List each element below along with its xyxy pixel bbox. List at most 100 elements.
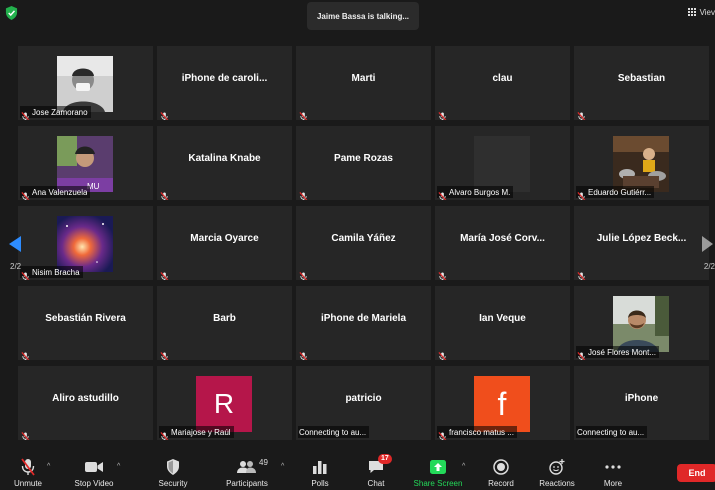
mic-muted-icon <box>21 188 30 200</box>
participant-name: Ian Veque <box>479 312 526 324</box>
participant-tile[interactable]: Eduardo Gutiérr... <box>574 126 709 200</box>
participants-options-caret-icon[interactable]: ^ <box>281 463 284 470</box>
mic-muted-icon <box>438 428 447 440</box>
participant-video <box>57 216 113 272</box>
participant-tile[interactable]: patricio Connecting to au... <box>296 366 431 440</box>
participant-tile[interactable]: f francisco matus ... <box>435 366 570 440</box>
mic-muted-icon <box>577 348 586 360</box>
polls-bar-icon <box>310 458 330 476</box>
participant-video <box>57 56 113 112</box>
participant-tile[interactable]: clau <box>435 46 570 120</box>
mic-muted-icon <box>160 188 169 200</box>
polls-label: Polls <box>311 479 329 488</box>
end-meeting-button[interactable]: End <box>677 464 715 482</box>
participant-name: iPhone de Mariela <box>320 312 407 324</box>
participant-caption: Eduardo Gutiérr... <box>576 186 655 200</box>
mic-muted-icon <box>160 428 169 440</box>
participant-tile[interactable]: Marti <box>296 46 431 120</box>
more-label: More <box>603 479 623 488</box>
reactions-label: Reactions <box>539 479 575 488</box>
share-screen-button[interactable]: Share Screen <box>410 458 466 488</box>
participant-tile[interactable]: Camila Yáñez <box>296 206 431 280</box>
arrow-right-icon <box>702 236 713 252</box>
microphone-muted-icon <box>18 458 38 476</box>
participant-video <box>613 136 669 192</box>
participant-tile[interactable]: iPhone de caroli... <box>157 46 292 120</box>
record-button[interactable]: Record <box>473 458 529 488</box>
grid-view-icon <box>687 8 696 16</box>
participant-avatar: R <box>196 376 252 432</box>
next-page-button[interactable]: 2/2 <box>681 210 715 274</box>
participants-button[interactable]: 49 Participants <box>219 458 275 488</box>
mic-muted-icon <box>577 268 586 280</box>
chat-button[interactable]: 17 Chat <box>348 454 404 488</box>
polls-button[interactable]: Polls <box>292 458 348 488</box>
participant-name: Marcia Oyarce <box>190 232 259 244</box>
participant-tile[interactable]: iPhone Connecting to au... <box>574 366 709 440</box>
participant-tile[interactable]: Jose Zamorano <box>18 46 153 120</box>
mic-muted-icon <box>160 348 169 360</box>
participant-tile[interactable]: Sebastian <box>574 46 709 120</box>
mic-muted-icon <box>299 188 308 200</box>
participant-tile[interactable]: Sebastián Rivera <box>18 286 153 360</box>
participant-name: Pame Rozas <box>334 152 393 164</box>
participant-caption: francisco matus ... <box>437 426 517 440</box>
participants-count: 49 <box>259 458 268 467</box>
reactions-smiley-icon <box>547 458 567 476</box>
participants-icon: 49 <box>237 458 268 476</box>
share-options-caret-icon[interactable]: ^ <box>462 463 465 470</box>
audio-options-caret-icon[interactable]: ^ <box>47 463 50 470</box>
stop-video-button[interactable]: Stop Video <box>66 458 122 488</box>
participant-tile[interactable]: José Flores Mont... <box>574 286 709 360</box>
view-button[interactable]: Viev <box>684 4 715 20</box>
participant-caption: Connecting to au... <box>298 426 370 438</box>
participant-tile[interactable]: Marcia Oyarce <box>157 206 292 280</box>
participant-tile[interactable]: Ian Veque <box>435 286 570 360</box>
participant-tile[interactable]: R Mariajose y Raúl <box>157 366 292 440</box>
participant-name: Marti <box>351 72 376 84</box>
video-options-caret-icon[interactable]: ^ <box>117 463 120 470</box>
participant-caption: Jose Zamorano <box>20 106 91 120</box>
participant-caption: Alvaro Burgos M. <box>437 186 514 200</box>
security-label: Security <box>158 479 188 488</box>
chat-bubble-icon: 17 <box>366 454 392 476</box>
caption-text: Mariajose y Raúl <box>171 427 231 437</box>
participant-tile[interactable]: María José Corv... <box>435 206 570 280</box>
share-screen-icon <box>428 458 448 476</box>
participant-name: clau <box>492 72 513 84</box>
participant-video: MU <box>57 136 113 192</box>
participant-tile[interactable]: Pame Rozas <box>296 126 431 200</box>
zoom-meeting-window: Jaime Bassa is talking... Viev Jose Zamo… <box>0 0 715 490</box>
participant-name: iPhone de caroli... <box>181 72 268 84</box>
reactions-button[interactable]: Reactions <box>529 458 585 488</box>
participant-tile[interactable]: Barb <box>157 286 292 360</box>
participant-caption: Ana Valenzuela <box>20 186 91 200</box>
caption-text: José Flores Mont... <box>588 347 657 357</box>
more-button[interactable]: More <box>585 458 641 488</box>
participant-video <box>474 136 530 192</box>
participant-gallery: Jose Zamorano iPhone de caroli... Marti cla… <box>18 46 709 440</box>
caption-text: Jose Zamorano <box>32 107 88 117</box>
participant-tile[interactable]: Katalina Knabe <box>157 126 292 200</box>
share-screen-label: Share Screen <box>413 479 463 488</box>
participant-name: Camila Yáñez <box>331 232 396 244</box>
caption-text: Ana Valenzuela <box>32 187 88 197</box>
video-camera-icon <box>84 458 104 476</box>
mic-muted-icon <box>299 268 308 280</box>
arrow-left-icon <box>9 236 21 252</box>
participant-caption: José Flores Mont... <box>576 346 660 360</box>
participant-tile[interactable]: Alvaro Burgos M. <box>435 126 570 200</box>
participant-tile[interactable]: Aliro astudillo <box>18 366 153 440</box>
participants-label: Participants <box>226 479 268 488</box>
participant-tile[interactable]: iPhone de Mariela <box>296 286 431 360</box>
mic-muted-icon <box>21 348 30 360</box>
mic-muted-icon <box>21 108 30 120</box>
security-button[interactable]: Security <box>145 458 201 488</box>
participant-tile[interactable]: Nisim Bracha <box>18 206 153 280</box>
participant-name: Barb <box>213 312 236 324</box>
participant-tile[interactable]: MU Ana Valenzuela <box>18 126 153 200</box>
previous-page-button[interactable]: 2/2 <box>0 210 34 274</box>
participant-name: Katalina Knabe <box>188 152 261 164</box>
participant-name: Sebastián Rivera <box>45 312 126 324</box>
security-shield-icon[interactable] <box>5 6 18 20</box>
